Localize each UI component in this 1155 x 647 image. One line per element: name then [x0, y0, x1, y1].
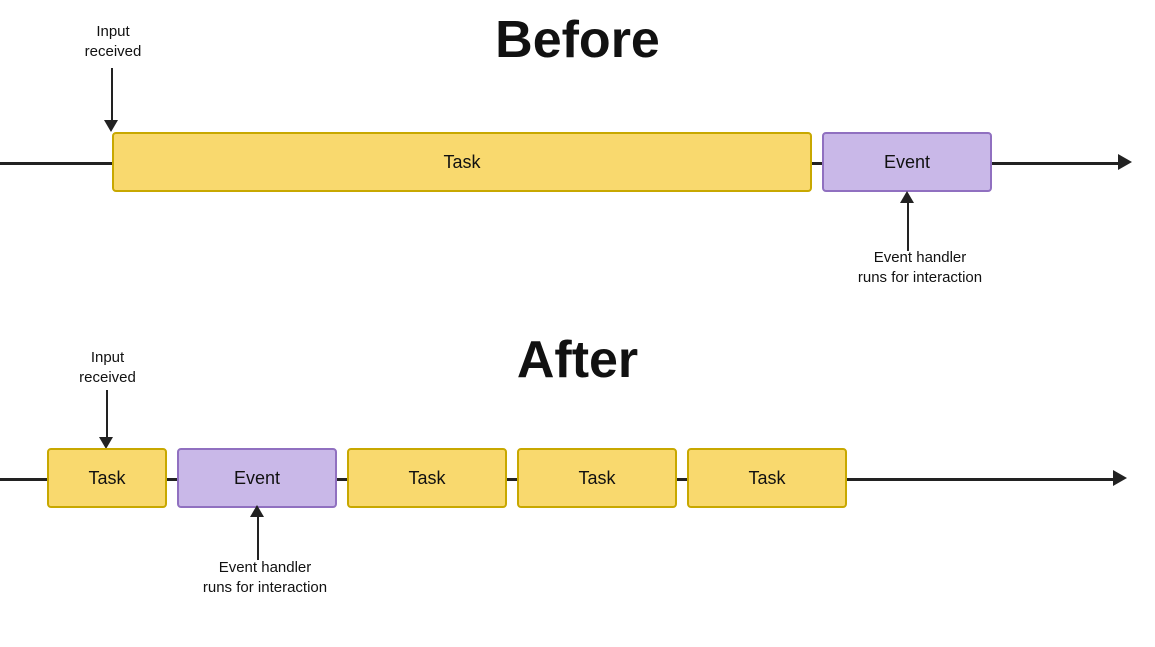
before-input-arrow-line [111, 68, 113, 123]
after-connector-2 [337, 478, 347, 481]
after-timeline-right [847, 478, 1117, 481]
after-event-handler-arrow-head [250, 505, 264, 517]
before-arrow-right [1118, 154, 1132, 170]
after-connector-4 [677, 478, 687, 481]
after-arrow-right [1113, 470, 1127, 486]
after-task-box-2: Task [347, 448, 507, 508]
before-task-box: Task [112, 132, 812, 192]
after-task-box-3: Task [517, 448, 677, 508]
before-event-handler-arrow-line [907, 196, 909, 251]
after-event-handler-arrow-line [257, 510, 259, 560]
before-event-handler-label: Event handlerruns for interaction [840, 248, 1000, 287]
after-input-received-label: Inputreceived [60, 348, 155, 387]
after-event-handler-label: Event handlerruns for interaction [185, 558, 345, 597]
before-timeline-mid [812, 162, 822, 165]
after-task-box-4: Task [687, 448, 847, 508]
diagram-container: Before Inputreceived Task Event Event ha… [0, 0, 1155, 647]
before-title: Before [0, 10, 1155, 70]
after-timeline-left [0, 478, 47, 481]
before-input-arrow-head [104, 120, 118, 132]
after-task-box-1: Task [47, 448, 167, 508]
before-timeline-left [0, 162, 112, 165]
after-connector-3 [507, 478, 517, 481]
after-connector-1 [167, 478, 177, 481]
before-event-handler-arrow-head [900, 191, 914, 203]
before-event-box: Event [822, 132, 992, 192]
after-event-box: Event [177, 448, 337, 508]
before-input-received-label: Inputreceived [68, 22, 158, 61]
after-title: After [0, 330, 1155, 390]
after-input-arrow-line [106, 390, 108, 440]
before-timeline-right [992, 162, 1122, 165]
